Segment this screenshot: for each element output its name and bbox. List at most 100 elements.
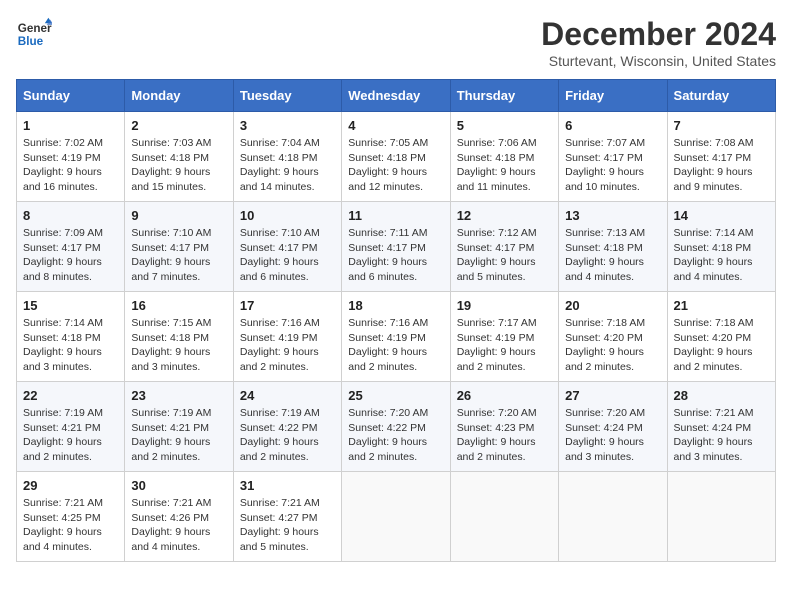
- week-row-1: 1 Sunrise: 7:02 AM Sunset: 4:19 PM Dayli…: [17, 112, 776, 202]
- day-cell: 3 Sunrise: 7:04 AM Sunset: 4:18 PM Dayli…: [233, 112, 341, 202]
- day-number: 25: [348, 388, 443, 403]
- day-info: Sunrise: 7:20 AM Sunset: 4:24 PM Dayligh…: [565, 406, 660, 465]
- day-cell: 16 Sunrise: 7:15 AM Sunset: 4:18 PM Dayl…: [125, 292, 233, 382]
- day-number: 19: [457, 298, 552, 313]
- day-info: Sunrise: 7:08 AM Sunset: 4:17 PM Dayligh…: [674, 136, 769, 195]
- day-info: Sunrise: 7:20 AM Sunset: 4:22 PM Dayligh…: [348, 406, 443, 465]
- day-number: 16: [131, 298, 226, 313]
- weekday-header-thursday: Thursday: [450, 80, 558, 112]
- day-info: Sunrise: 7:14 AM Sunset: 4:18 PM Dayligh…: [23, 316, 118, 375]
- day-info: Sunrise: 7:02 AM Sunset: 4:19 PM Dayligh…: [23, 136, 118, 195]
- title-area: December 2024 Sturtevant, Wisconsin, Uni…: [541, 16, 776, 69]
- day-info: Sunrise: 7:10 AM Sunset: 4:17 PM Dayligh…: [131, 226, 226, 285]
- weekday-header-tuesday: Tuesday: [233, 80, 341, 112]
- day-cell: 24 Sunrise: 7:19 AM Sunset: 4:22 PM Dayl…: [233, 382, 341, 472]
- day-info: Sunrise: 7:11 AM Sunset: 4:17 PM Dayligh…: [348, 226, 443, 285]
- day-info: Sunrise: 7:19 AM Sunset: 4:21 PM Dayligh…: [131, 406, 226, 465]
- day-info: Sunrise: 7:21 AM Sunset: 4:26 PM Dayligh…: [131, 496, 226, 555]
- day-cell: 27 Sunrise: 7:20 AM Sunset: 4:24 PM Dayl…: [559, 382, 667, 472]
- day-info: Sunrise: 7:18 AM Sunset: 4:20 PM Dayligh…: [565, 316, 660, 375]
- day-number: 28: [674, 388, 769, 403]
- day-cell: 28 Sunrise: 7:21 AM Sunset: 4:24 PM Dayl…: [667, 382, 775, 472]
- day-cell: 5 Sunrise: 7:06 AM Sunset: 4:18 PM Dayli…: [450, 112, 558, 202]
- day-info: Sunrise: 7:19 AM Sunset: 4:22 PM Dayligh…: [240, 406, 335, 465]
- day-cell: 13 Sunrise: 7:13 AM Sunset: 4:18 PM Dayl…: [559, 202, 667, 292]
- weekday-header-sunday: Sunday: [17, 80, 125, 112]
- day-number: 11: [348, 208, 443, 223]
- day-number: 6: [565, 118, 660, 133]
- day-cell: 12 Sunrise: 7:12 AM Sunset: 4:17 PM Dayl…: [450, 202, 558, 292]
- day-number: 29: [23, 478, 118, 493]
- day-info: Sunrise: 7:21 AM Sunset: 4:27 PM Dayligh…: [240, 496, 335, 555]
- week-row-4: 22 Sunrise: 7:19 AM Sunset: 4:21 PM Dayl…: [17, 382, 776, 472]
- month-title: December 2024: [541, 16, 776, 53]
- day-number: 12: [457, 208, 552, 223]
- day-number: 15: [23, 298, 118, 313]
- day-cell: 6 Sunrise: 7:07 AM Sunset: 4:17 PM Dayli…: [559, 112, 667, 202]
- day-info: Sunrise: 7:16 AM Sunset: 4:19 PM Dayligh…: [240, 316, 335, 375]
- day-info: Sunrise: 7:15 AM Sunset: 4:18 PM Dayligh…: [131, 316, 226, 375]
- day-cell: 15 Sunrise: 7:14 AM Sunset: 4:18 PM Dayl…: [17, 292, 125, 382]
- week-row-5: 29 Sunrise: 7:21 AM Sunset: 4:25 PM Dayl…: [17, 472, 776, 562]
- day-cell: 25 Sunrise: 7:20 AM Sunset: 4:22 PM Dayl…: [342, 382, 450, 472]
- day-number: 31: [240, 478, 335, 493]
- day-number: 30: [131, 478, 226, 493]
- day-cell: 17 Sunrise: 7:16 AM Sunset: 4:19 PM Dayl…: [233, 292, 341, 382]
- day-info: Sunrise: 7:17 AM Sunset: 4:19 PM Dayligh…: [457, 316, 552, 375]
- day-number: 18: [348, 298, 443, 313]
- day-cell: [342, 472, 450, 562]
- day-number: 13: [565, 208, 660, 223]
- logo-icon: General Blue: [16, 16, 52, 52]
- day-info: Sunrise: 7:12 AM Sunset: 4:17 PM Dayligh…: [457, 226, 552, 285]
- day-cell: 18 Sunrise: 7:16 AM Sunset: 4:19 PM Dayl…: [342, 292, 450, 382]
- logo: General Blue: [16, 16, 52, 52]
- day-cell: 29 Sunrise: 7:21 AM Sunset: 4:25 PM Dayl…: [17, 472, 125, 562]
- day-cell: 31 Sunrise: 7:21 AM Sunset: 4:27 PM Dayl…: [233, 472, 341, 562]
- day-cell: 19 Sunrise: 7:17 AM Sunset: 4:19 PM Dayl…: [450, 292, 558, 382]
- day-cell: [559, 472, 667, 562]
- day-info: Sunrise: 7:18 AM Sunset: 4:20 PM Dayligh…: [674, 316, 769, 375]
- day-cell: 8 Sunrise: 7:09 AM Sunset: 4:17 PM Dayli…: [17, 202, 125, 292]
- weekday-header-friday: Friday: [559, 80, 667, 112]
- day-info: Sunrise: 7:16 AM Sunset: 4:19 PM Dayligh…: [348, 316, 443, 375]
- day-info: Sunrise: 7:07 AM Sunset: 4:17 PM Dayligh…: [565, 136, 660, 195]
- day-number: 1: [23, 118, 118, 133]
- day-cell: 11 Sunrise: 7:11 AM Sunset: 4:17 PM Dayl…: [342, 202, 450, 292]
- day-cell: 26 Sunrise: 7:20 AM Sunset: 4:23 PM Dayl…: [450, 382, 558, 472]
- day-info: Sunrise: 7:06 AM Sunset: 4:18 PM Dayligh…: [457, 136, 552, 195]
- day-number: 2: [131, 118, 226, 133]
- day-info: Sunrise: 7:03 AM Sunset: 4:18 PM Dayligh…: [131, 136, 226, 195]
- day-cell: 21 Sunrise: 7:18 AM Sunset: 4:20 PM Dayl…: [667, 292, 775, 382]
- day-number: 24: [240, 388, 335, 403]
- day-number: 22: [23, 388, 118, 403]
- day-info: Sunrise: 7:09 AM Sunset: 4:17 PM Dayligh…: [23, 226, 118, 285]
- day-cell: 10 Sunrise: 7:10 AM Sunset: 4:17 PM Dayl…: [233, 202, 341, 292]
- day-cell: 9 Sunrise: 7:10 AM Sunset: 4:17 PM Dayli…: [125, 202, 233, 292]
- day-info: Sunrise: 7:13 AM Sunset: 4:18 PM Dayligh…: [565, 226, 660, 285]
- day-number: 7: [674, 118, 769, 133]
- day-number: 14: [674, 208, 769, 223]
- calendar-table: SundayMondayTuesdayWednesdayThursdayFrid…: [16, 79, 776, 562]
- week-row-2: 8 Sunrise: 7:09 AM Sunset: 4:17 PM Dayli…: [17, 202, 776, 292]
- day-info: Sunrise: 7:10 AM Sunset: 4:17 PM Dayligh…: [240, 226, 335, 285]
- day-number: 21: [674, 298, 769, 313]
- day-info: Sunrise: 7:14 AM Sunset: 4:18 PM Dayligh…: [674, 226, 769, 285]
- header: General Blue December 2024 Sturtevant, W…: [16, 16, 776, 69]
- day-cell: 14 Sunrise: 7:14 AM Sunset: 4:18 PM Dayl…: [667, 202, 775, 292]
- day-cell: 23 Sunrise: 7:19 AM Sunset: 4:21 PM Dayl…: [125, 382, 233, 472]
- weekday-header-saturday: Saturday: [667, 80, 775, 112]
- day-number: 23: [131, 388, 226, 403]
- day-info: Sunrise: 7:05 AM Sunset: 4:18 PM Dayligh…: [348, 136, 443, 195]
- day-number: 3: [240, 118, 335, 133]
- day-info: Sunrise: 7:20 AM Sunset: 4:23 PM Dayligh…: [457, 406, 552, 465]
- day-number: 5: [457, 118, 552, 133]
- weekday-header-row: SundayMondayTuesdayWednesdayThursdayFrid…: [17, 80, 776, 112]
- day-number: 20: [565, 298, 660, 313]
- day-number: 10: [240, 208, 335, 223]
- day-cell: 1 Sunrise: 7:02 AM Sunset: 4:19 PM Dayli…: [17, 112, 125, 202]
- day-number: 8: [23, 208, 118, 223]
- day-number: 9: [131, 208, 226, 223]
- day-cell: [667, 472, 775, 562]
- day-cell: [450, 472, 558, 562]
- week-row-3: 15 Sunrise: 7:14 AM Sunset: 4:18 PM Dayl…: [17, 292, 776, 382]
